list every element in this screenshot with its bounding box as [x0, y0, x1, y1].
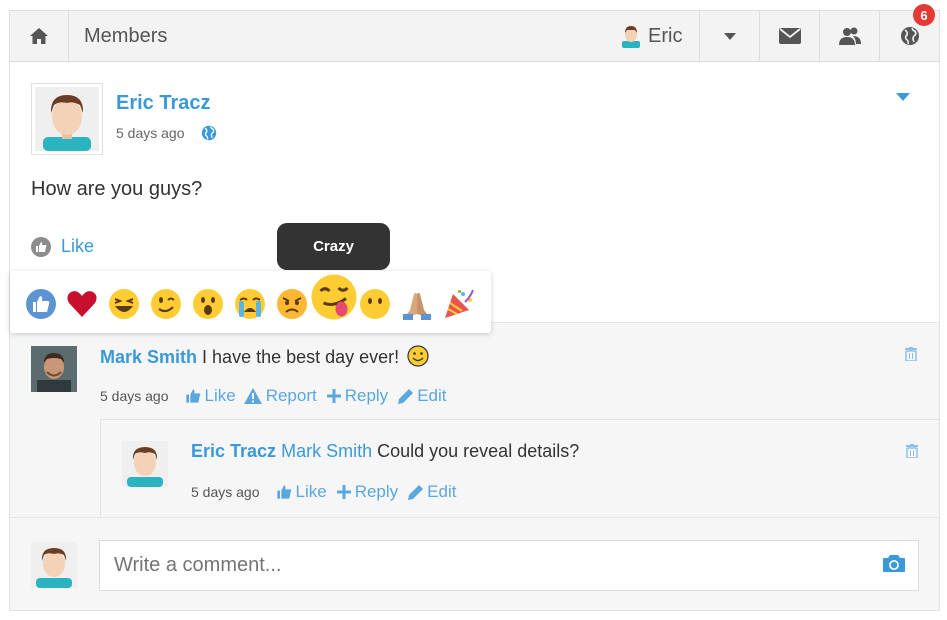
reply-reply-button[interactable]: Reply	[336, 482, 399, 502]
avatar-image	[35, 87, 99, 151]
commenter-avatar[interactable]	[31, 346, 77, 392]
comment-report-button[interactable]: Report	[243, 386, 317, 406]
envelope-icon	[778, 28, 801, 44]
post-author-link[interactable]: Eric Tracz	[116, 92, 211, 115]
warning-icon	[243, 388, 262, 404]
party-reaction-icon[interactable]	[443, 288, 475, 320]
wow-reaction-icon[interactable]	[192, 288, 224, 320]
globe-icon	[901, 27, 919, 45]
user-name: Eric	[648, 24, 683, 47]
user-menu-button[interactable]: Eric	[620, 11, 700, 61]
edit-label: Edit	[427, 482, 457, 501]
top-navbar: Members Eric	[9, 10, 940, 62]
post-options-button[interactable]	[896, 88, 910, 106]
comment-input[interactable]	[99, 540, 919, 591]
like-label: Like	[204, 386, 236, 405]
wink-reaction-icon[interactable]	[150, 288, 182, 320]
angry-reaction-icon[interactable]	[276, 288, 308, 320]
comment-author-link[interactable]: Mark Smith	[100, 347, 197, 367]
reply-like-button[interactable]: Like	[276, 482, 327, 502]
reply-edit-button[interactable]: Edit	[408, 482, 456, 502]
comment-composer	[10, 517, 939, 610]
edit-label: Edit	[417, 386, 447, 405]
comment-meta: 5 days ago Like Report Reply Edit	[100, 386, 446, 406]
comment-time: 5 days ago	[100, 388, 169, 404]
delete-reply-icon[interactable]	[906, 444, 918, 458]
comment-edit-button[interactable]: Edit	[398, 386, 446, 406]
post-time-text: 5 days ago	[116, 125, 185, 141]
cry-reaction-icon[interactable]	[234, 288, 266, 320]
smiley-emoji-icon	[407, 345, 429, 367]
reply-label: Reply	[354, 482, 399, 501]
public-globe-icon	[201, 125, 216, 141]
author-avatar[interactable]	[31, 83, 103, 155]
thumbs-up-icon	[185, 389, 200, 403]
thumbs-up-icon	[31, 236, 51, 257]
friends-icon	[838, 27, 861, 45]
post-body: How are you guys?	[31, 178, 203, 200]
comment-text: Mark Smith I have the best day ever!	[100, 345, 429, 368]
reply-body: Could you reveal details?	[377, 441, 580, 461]
reply-meta: 5 days ago Like Reply Edit	[191, 482, 456, 502]
camera-icon[interactable]	[883, 554, 905, 572]
post-timestamp: 5 days ago	[116, 125, 217, 141]
thumbs-up-icon	[276, 485, 291, 499]
account-dropdown-button[interactable]	[700, 11, 760, 61]
plus-icon	[336, 485, 351, 499]
like-label: Like	[61, 236, 95, 256]
messages-button[interactable]	[760, 11, 820, 61]
pencil-icon	[408, 484, 424, 500]
user-avatar-icon	[622, 26, 640, 48]
like-button[interactable]: Like	[31, 236, 94, 257]
pencil-icon	[398, 388, 414, 404]
reply-author-avatar[interactable]	[122, 441, 168, 487]
comment-like-button[interactable]: Like	[185, 386, 236, 406]
comment-reply-button[interactable]: Reply	[326, 386, 389, 406]
caret-down-icon	[896, 93, 910, 101]
reply-text: Eric Tracz Mark Smith Could you reveal d…	[191, 441, 579, 462]
love-reaction-icon[interactable]	[66, 288, 98, 320]
speechless-reaction-icon[interactable]	[359, 288, 391, 320]
reply-time: 5 days ago	[191, 484, 260, 500]
caret-down-icon	[723, 32, 736, 40]
post-card: Eric Tracz 5 days ago How are you guys? …	[9, 62, 940, 611]
home-icon	[30, 28, 48, 44]
laugh-reaction-icon[interactable]	[108, 288, 140, 320]
reply-author-link[interactable]: Eric Tracz	[191, 441, 276, 461]
page-title: Members	[84, 24, 168, 47]
current-user-avatar	[31, 542, 77, 588]
like-reaction-icon[interactable]	[25, 288, 57, 320]
like-label: Like	[295, 482, 327, 501]
delete-comment-icon[interactable]	[905, 347, 917, 361]
friends-button[interactable]	[820, 11, 880, 61]
crazy-reaction-icon[interactable]	[310, 273, 358, 321]
nested-reply: Eric Tracz Mark Smith Could you reveal d…	[100, 419, 939, 517]
pray-reaction-icon[interactable]	[401, 288, 433, 320]
reply-label: Reply	[344, 386, 389, 405]
reaction-picker	[10, 271, 491, 333]
comment-body: I have the best day ever!	[202, 347, 400, 367]
plus-icon	[326, 389, 341, 403]
home-button[interactable]	[10, 11, 69, 61]
notification-badge: 6	[913, 4, 935, 26]
reply-mention-link[interactable]: Mark Smith	[281, 441, 372, 461]
reaction-tooltip: Crazy	[277, 223, 390, 270]
report-label: Report	[265, 386, 317, 405]
